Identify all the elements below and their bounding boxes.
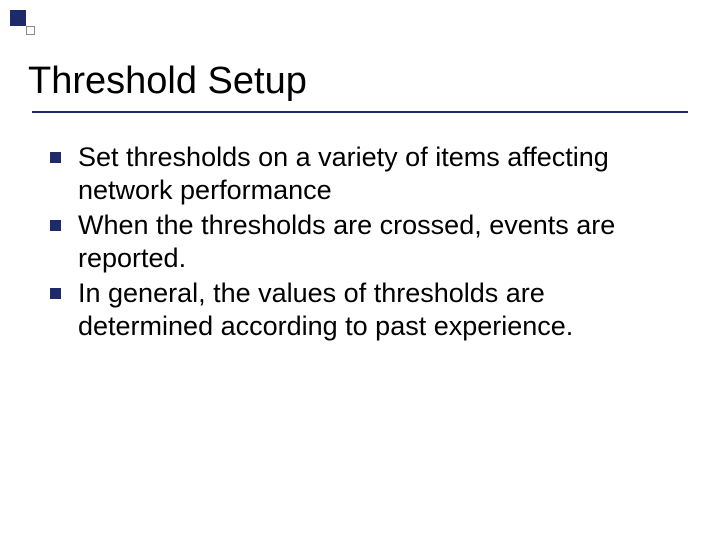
list-item: Set thresholds on a variety of items aff… <box>78 141 678 207</box>
slide-container: Threshold Setup Set thresholds on a vari… <box>0 0 720 540</box>
slide-title: Threshold Setup <box>28 60 688 103</box>
bullet-text: When the thresholds are crossed, events … <box>78 210 615 273</box>
bullet-list: Set thresholds on a variety of items aff… <box>32 141 688 343</box>
title-underline <box>32 111 688 113</box>
corner-decoration-icon <box>10 10 38 38</box>
square-bullet-icon <box>50 152 61 163</box>
square-bullet-icon <box>50 220 61 231</box>
square-bullet-icon <box>50 288 61 299</box>
list-item: When the thresholds are crossed, events … <box>78 209 678 275</box>
bullet-text: In general, the values of thresholds are… <box>78 278 573 341</box>
bullet-text: Set thresholds on a variety of items aff… <box>78 142 609 205</box>
list-item: In general, the values of thresholds are… <box>78 277 678 343</box>
